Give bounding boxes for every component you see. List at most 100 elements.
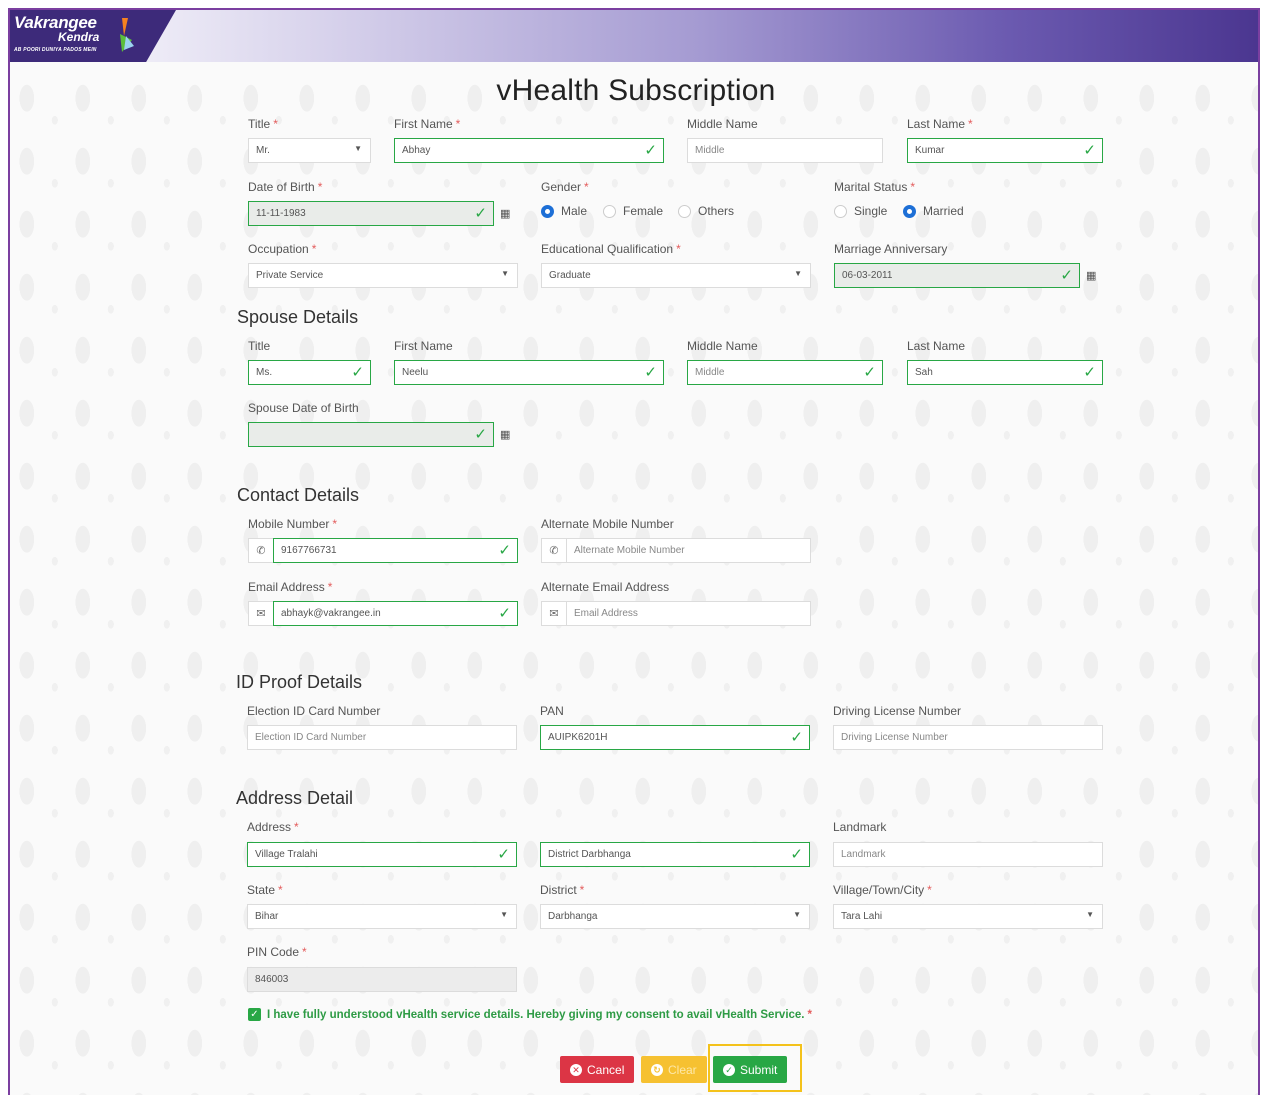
- spouse-last-name-field[interactable]: Sah ✓: [907, 360, 1103, 385]
- election-id-label: Election ID Card Number: [247, 704, 381, 718]
- required-marker: *: [807, 1008, 812, 1021]
- pin-code-label: PIN Code *: [247, 945, 307, 959]
- check-icon: ✓: [1083, 142, 1096, 159]
- check-icon: ✓: [497, 846, 510, 863]
- cancel-button[interactable]: ✕ Cancel: [560, 1056, 635, 1083]
- first-name-field[interactable]: Abhay ✓: [394, 138, 664, 163]
- marital-single-radio[interactable]: Single: [834, 204, 887, 218]
- education-label: Educational Qualification *: [541, 242, 681, 256]
- phone-icon: ✆: [541, 538, 567, 563]
- education-select[interactable]: Graduate ▼: [541, 263, 811, 288]
- driving-license-label: Driving License Number: [833, 704, 962, 718]
- middle-name-label: Middle Name: [687, 117, 758, 131]
- vakrangee-logo: Vakrangee Kendra AB POORI DUNIYA PADOS M…: [10, 10, 176, 62]
- landmark-field[interactable]: Landmark: [833, 842, 1103, 867]
- check-icon: ✓: [474, 426, 487, 443]
- envelope-icon: ✉: [248, 601, 274, 626]
- chevron-down-icon: ▼: [1086, 910, 1094, 919]
- chevron-down-icon: ▼: [793, 910, 801, 919]
- submit-button[interactable]: ✓ Submit: [713, 1056, 788, 1083]
- check-icon: ✓: [474, 205, 487, 222]
- address-label: Address *: [247, 820, 299, 834]
- spouse-first-name-label: First Name: [394, 339, 453, 353]
- check-icon: ✓: [498, 542, 511, 559]
- chevron-down-icon: ▼: [354, 144, 362, 153]
- state-label: State *: [247, 883, 283, 897]
- village-select[interactable]: Tara Lahi ▼: [833, 904, 1103, 929]
- address-detail-heading: Address Detail: [236, 788, 354, 808]
- chevron-down-icon: ▼: [501, 269, 509, 278]
- last-name-label: Last Name *: [907, 117, 973, 131]
- gender-others-radio[interactable]: Others: [678, 204, 734, 218]
- app-frame: Vakrangee Kendra AB POORI DUNIYA PADOS M…: [8, 8, 1260, 1095]
- spouse-first-name-field[interactable]: Neelu ✓: [394, 360, 664, 385]
- landmark-label: Landmark: [833, 820, 887, 834]
- phone-icon: ✆: [248, 538, 274, 563]
- middle-name-field[interactable]: Middle: [687, 138, 883, 163]
- spouse-last-name-label: Last Name: [907, 339, 966, 353]
- spouse-dob-field[interactable]: ✓: [248, 422, 494, 447]
- chevron-down-icon: ▼: [500, 910, 508, 919]
- election-id-field[interactable]: Election ID Card Number: [247, 725, 517, 750]
- envelope-icon: ✉: [541, 601, 567, 626]
- title-label: Title *: [248, 117, 278, 131]
- title-select[interactable]: Mr. ▼: [248, 138, 371, 163]
- spouse-middle-name-field[interactable]: Middle ✓: [687, 360, 883, 385]
- check-icon: ✓: [644, 142, 657, 159]
- district-label: District *: [540, 883, 585, 897]
- pan-field[interactable]: AUIPK6201H ✓: [540, 725, 810, 750]
- alt-mobile-label: Alternate Mobile Number: [541, 517, 674, 531]
- address-line2-field[interactable]: District Darbhanga ✓: [540, 842, 810, 867]
- email-field[interactable]: abhayk@vakrangee.in ✓: [273, 601, 518, 626]
- check-icon: ✓: [790, 846, 803, 863]
- check-icon: ✓: [863, 364, 876, 381]
- calendar-icon[interactable]: ▦: [1086, 269, 1096, 282]
- consent-checkbox-row[interactable]: ✓ I have fully understood vHealth servic…: [248, 1008, 812, 1021]
- village-label: Village/Town/City *: [833, 883, 932, 897]
- check-circle-icon: ✓: [723, 1063, 735, 1076]
- consent-text: I have fully understood vHealth service …: [267, 1008, 805, 1021]
- last-name-field[interactable]: Kumar ✓: [907, 138, 1103, 163]
- mobile-label: Mobile Number *: [248, 517, 338, 531]
- driving-license-field[interactable]: Driving License Number: [833, 725, 1103, 750]
- mobile-field[interactable]: 9167766731 ✓: [273, 538, 518, 563]
- header-bar: Vakrangee Kendra AB POORI DUNIYA PADOS M…: [10, 10, 1258, 62]
- check-icon: ✓: [498, 605, 511, 622]
- check-icon: ✓: [644, 364, 657, 381]
- spouse-title-label: Title: [248, 339, 271, 353]
- gender-female-radio[interactable]: Female: [603, 204, 663, 218]
- close-circle-icon: ✕: [570, 1063, 582, 1076]
- state-select[interactable]: Bihar ▼: [247, 904, 517, 929]
- gender-male-radio[interactable]: Male: [541, 204, 587, 218]
- check-icon: ✓: [1060, 267, 1073, 284]
- checkbox-checked-icon[interactable]: ✓: [248, 1008, 261, 1021]
- calendar-icon[interactable]: ▦: [500, 207, 510, 220]
- alt-mobile-field[interactable]: Alternate Mobile Number: [566, 538, 811, 563]
- calendar-icon[interactable]: ▦: [500, 428, 510, 441]
- alt-email-field[interactable]: Email Address: [566, 601, 811, 626]
- occupation-select[interactable]: Private Service ▼: [248, 263, 518, 288]
- logo-flame-icon: [120, 18, 134, 52]
- spouse-dob-label: Spouse Date of Birth: [248, 401, 359, 415]
- marital-status-label: Marital Status *: [834, 180, 916, 194]
- address-line1-field[interactable]: Village Tralahi ✓: [247, 842, 517, 867]
- id-proof-heading: ID Proof Details: [236, 672, 363, 692]
- logo-brand: Vakrangee: [14, 13, 97, 32]
- dob-label: Date of Birth *: [248, 180, 323, 194]
- alt-email-label: Alternate Email Address: [541, 580, 670, 594]
- dob-field[interactable]: 11-11-1983 ✓: [248, 201, 494, 226]
- check-icon: ✓: [790, 729, 803, 746]
- contact-details-heading: Contact Details: [237, 485, 360, 505]
- refresh-icon: ↻: [651, 1063, 663, 1076]
- logo-tagline: AB POORI DUNIYA PADOS MEIN: [14, 47, 97, 53]
- district-select[interactable]: Darbhanga ▼: [540, 904, 810, 929]
- spouse-title-select[interactable]: Ms. ✓: [248, 360, 371, 385]
- pan-label: PAN: [540, 704, 564, 718]
- anniversary-field[interactable]: 06-03-2011 ✓: [834, 263, 1080, 288]
- spouse-details-heading: Spouse Details: [237, 307, 359, 327]
- spouse-middle-name-label: Middle Name: [687, 339, 758, 353]
- marital-married-radio[interactable]: Married: [903, 204, 964, 218]
- chevron-down-icon: ▼: [794, 269, 802, 278]
- clear-button[interactable]: ↻ Clear: [641, 1056, 707, 1083]
- pin-code-field[interactable]: 846003: [247, 967, 517, 992]
